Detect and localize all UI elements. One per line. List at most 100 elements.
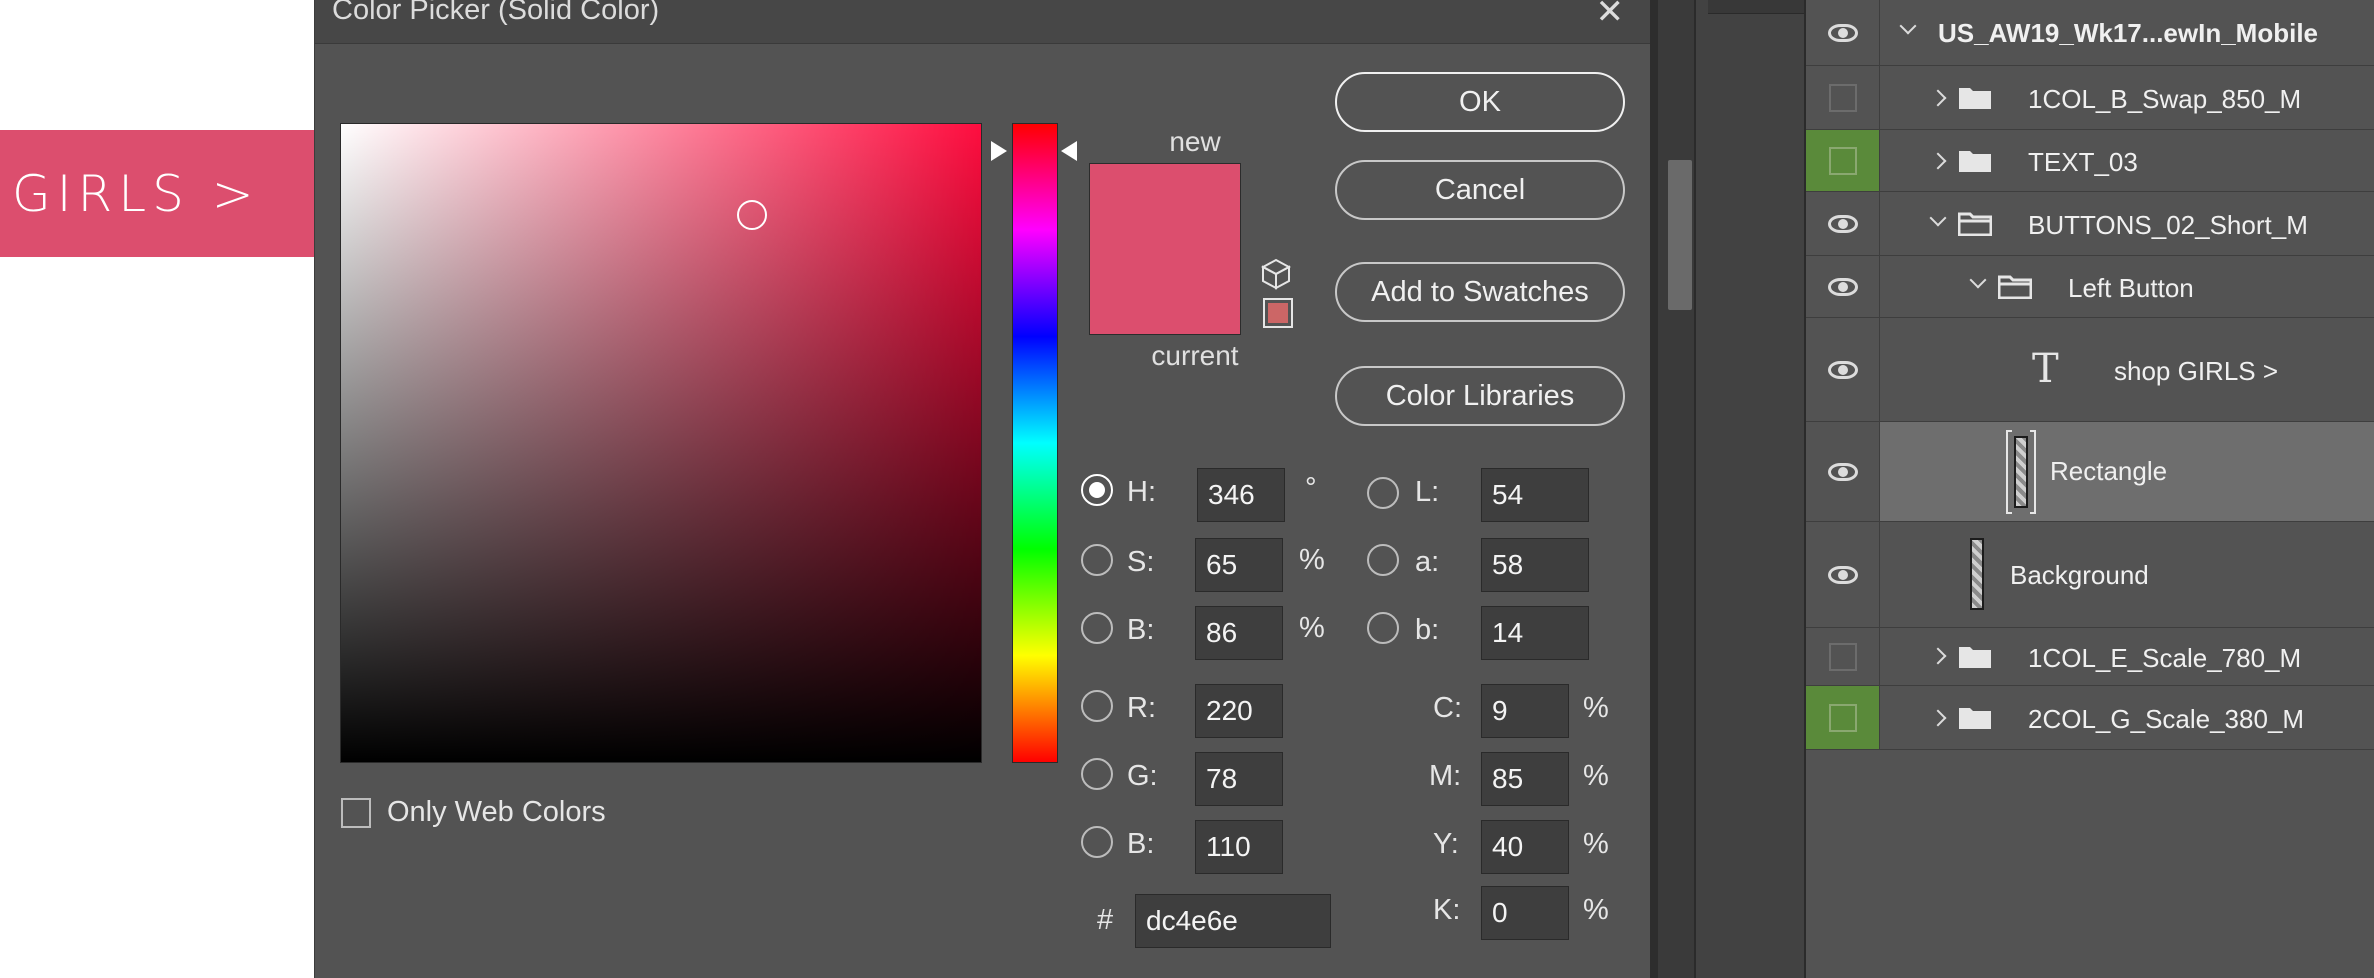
color-picker-dialog: Color Picker (Solid Color) ✕ new current… <box>314 0 1650 978</box>
web-safe-cube-icon[interactable] <box>1261 258 1291 290</box>
y-unit: % <box>1583 828 1609 860</box>
layer-name: TEXT_03 <box>2028 147 2138 177</box>
h-field[interactable]: 346 <box>1197 468 1285 522</box>
s-radio[interactable] <box>1081 544 1113 576</box>
saturation-brightness-field[interactable] <box>340 123 982 763</box>
layer-thumbnail[interactable] <box>2014 436 2028 508</box>
visibility-toggle[interactable] <box>1806 686 1880 749</box>
folder-open-icon <box>1998 275 2032 299</box>
blue-label: B: <box>1127 828 1155 860</box>
layer-name: Left Button <box>2068 273 2194 303</box>
current-color-swatch[interactable] <box>1090 249 1240 334</box>
layer-row[interactable]: US_AW19_Wk17...ewIn_Mobile <box>1806 0 2374 66</box>
canvas-scrollbar[interactable] <box>1650 0 1694 978</box>
chevron-down-icon[interactable] <box>1929 209 1947 227</box>
h-radio[interactable] <box>1081 474 1113 506</box>
g-field[interactable]: 78 <box>1195 752 1283 806</box>
b-radio[interactable] <box>1367 612 1399 644</box>
chevron-down-icon[interactable] <box>1899 17 1917 35</box>
visibility-empty-icon <box>1828 703 1857 732</box>
h-label: H: <box>1127 476 1156 508</box>
layer-row[interactable]: 1COL_E_Scale_780_M <box>1806 628 2374 686</box>
eye-icon <box>1827 23 1858 42</box>
folder-icon <box>1959 708 1991 729</box>
layer-row[interactable]: Background <box>1806 522 2374 628</box>
visibility-toggle[interactable] <box>1806 256 1880 317</box>
chevron-right-icon[interactable] <box>1929 709 1947 727</box>
add-to-swatches-button[interactable]: Add to Swatches <box>1335 262 1625 322</box>
ok-button[interactable]: OK <box>1335 72 1625 132</box>
girls-banner[interactable]: GIRLS > <box>0 130 320 257</box>
c-field[interactable]: 9 <box>1481 684 1569 738</box>
layer-row[interactable]: T shop GIRLS > <box>1806 318 2374 422</box>
visibility-toggle[interactable] <box>1806 130 1880 191</box>
k-field[interactable]: 0 <box>1481 886 1569 940</box>
hue-slider-arrow-left-icon[interactable] <box>991 141 1007 161</box>
g-label: G: <box>1127 760 1158 792</box>
r-field[interactable]: 220 <box>1195 684 1283 738</box>
layer-row[interactable]: BUTTONS_02_Short_M <box>1806 192 2374 256</box>
chevron-right-icon[interactable] <box>1929 152 1947 170</box>
layer-row[interactable]: 2COL_G_Scale_380_M <box>1806 686 2374 750</box>
chevron-right-icon[interactable] <box>1929 89 1947 107</box>
scrollbar-thumb[interactable] <box>1668 160 1692 310</box>
l-radio[interactable] <box>1367 477 1399 509</box>
layer-row[interactable]: TEXT_03 <box>1806 130 2374 192</box>
web-safe-color-swatch[interactable] <box>1263 298 1293 328</box>
layer-row[interactable]: 1COL_B_Swap_850_M <box>1806 66 2374 130</box>
a-radio[interactable] <box>1367 544 1399 576</box>
layer-name: Background <box>2010 560 2149 590</box>
visibility-toggle[interactable] <box>1806 318 1880 421</box>
bright-field[interactable]: 86 <box>1195 606 1283 660</box>
chevron-down-icon[interactable] <box>1969 271 1987 289</box>
g-radio[interactable] <box>1081 758 1113 790</box>
bright-radio[interactable] <box>1081 612 1113 644</box>
visibility-toggle[interactable] <box>1806 0 1880 65</box>
visibility-empty-icon <box>1828 146 1857 175</box>
hue-slider-arrow-right-icon[interactable] <box>1061 141 1077 161</box>
eye-icon <box>1827 462 1858 481</box>
hex-label: # <box>1097 904 1114 936</box>
current-color-label: current <box>1151 340 1239 371</box>
l-field[interactable]: 54 <box>1481 468 1589 522</box>
bright-label: B: <box>1127 614 1155 646</box>
eye-icon <box>1827 277 1858 296</box>
only-web-colors-checkbox[interactable] <box>341 798 371 828</box>
dialog-title-bar[interactable]: Color Picker (Solid Color) ✕ <box>315 0 1650 44</box>
document-canvas[interactable]: GIRLS > <box>0 0 330 978</box>
chevron-right-icon[interactable] <box>1929 647 1947 665</box>
visibility-toggle[interactable] <box>1806 192 1880 255</box>
eye-icon <box>1827 565 1858 584</box>
visibility-toggle[interactable] <box>1806 628 1880 685</box>
r-radio[interactable] <box>1081 690 1113 722</box>
c-unit: % <box>1583 692 1609 724</box>
cancel-button[interactable]: Cancel <box>1335 160 1625 220</box>
l-label: L: <box>1415 476 1440 508</box>
m-field[interactable]: 85 <box>1481 752 1569 806</box>
visibility-toggle[interactable] <box>1806 522 1880 627</box>
eye-icon <box>1827 214 1858 233</box>
mask-bracket-left-icon <box>2006 430 2012 514</box>
a-label: a: <box>1415 546 1440 578</box>
hue-slider[interactable] <box>1012 123 1058 763</box>
layer-row-selected[interactable]: Rectangle <box>1806 422 2374 522</box>
panel-dock-header <box>1708 0 1806 14</box>
color-libraries-button[interactable]: Color Libraries <box>1335 366 1625 426</box>
layer-thumbnail[interactable] <box>1970 538 1984 610</box>
y-field[interactable]: 40 <box>1481 820 1569 874</box>
mask-bracket-right-icon <box>2030 430 2036 514</box>
visibility-toggle[interactable] <box>1806 422 1880 521</box>
bright-unit: % <box>1299 612 1325 644</box>
s-field[interactable]: 65 <box>1195 538 1283 592</box>
visibility-toggle[interactable] <box>1806 66 1880 129</box>
blue-field[interactable]: 110 <box>1195 820 1283 874</box>
b-field[interactable]: 14 <box>1481 606 1589 660</box>
k-label: K: <box>1433 894 1461 926</box>
color-field-cursor[interactable] <box>737 200 767 230</box>
blue-radio[interactable] <box>1081 826 1113 858</box>
hex-field[interactable]: dc4e6e <box>1135 894 1331 948</box>
close-icon[interactable]: ✕ <box>1596 0 1625 32</box>
a-field[interactable]: 58 <box>1481 538 1589 592</box>
folder-icon <box>1959 151 1991 172</box>
layer-row[interactable]: Left Button <box>1806 256 2374 318</box>
